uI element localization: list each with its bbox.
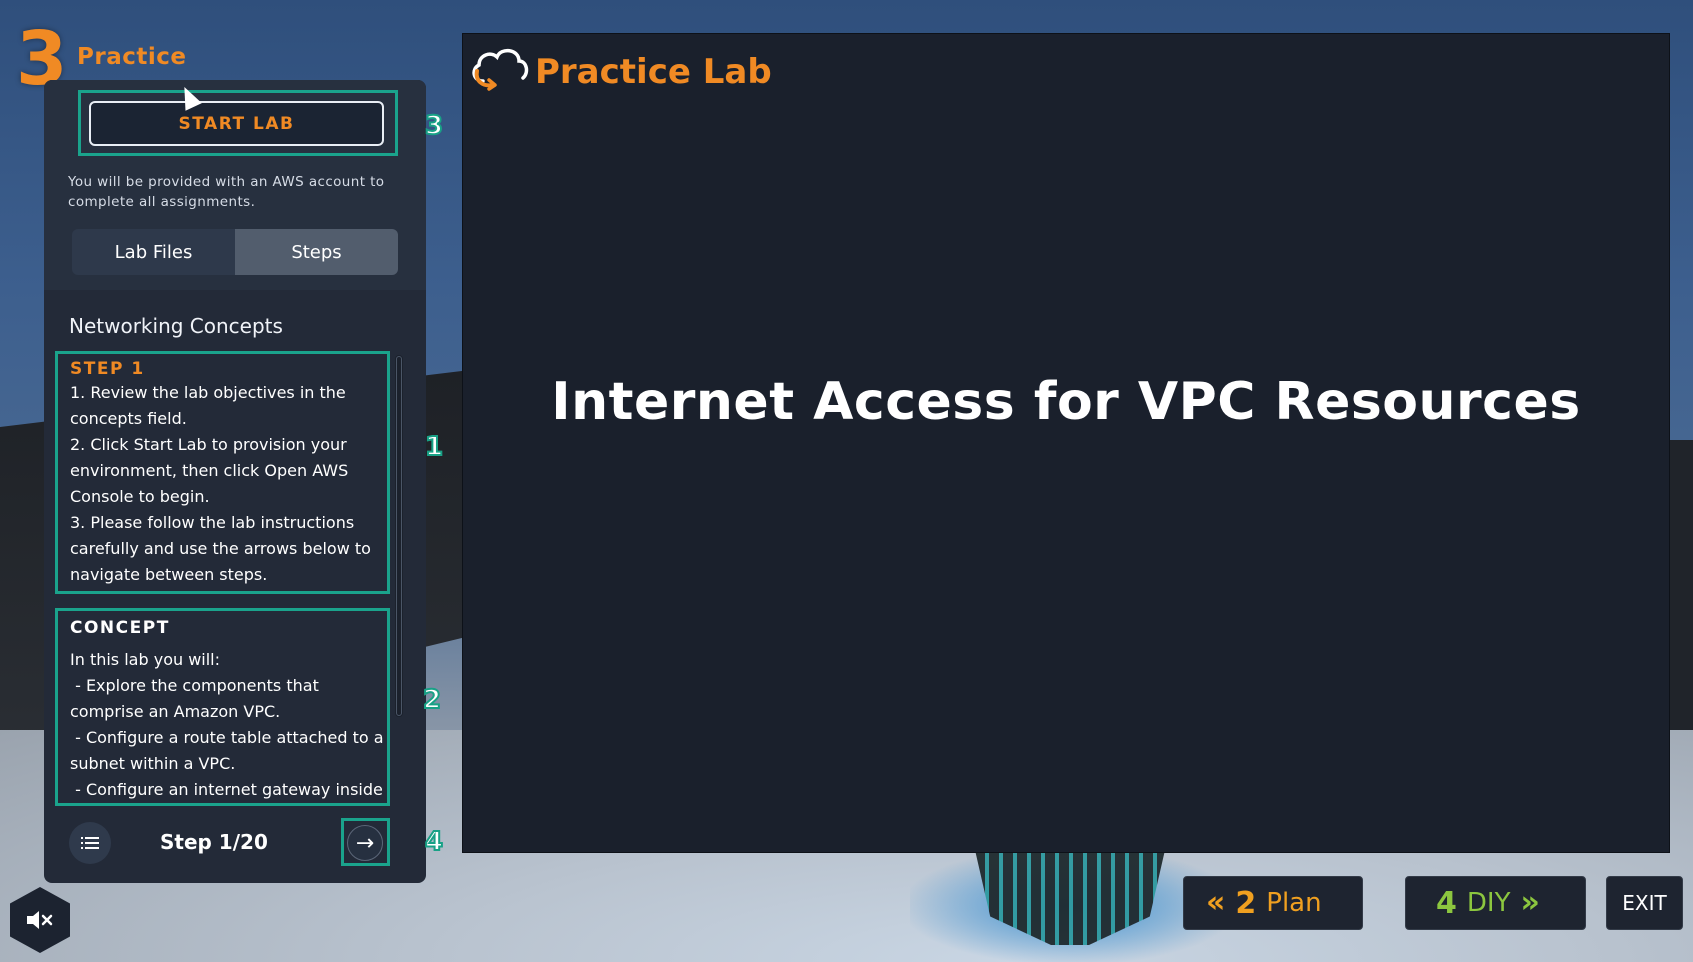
nav-prev-plan-button[interactable]: « 2 Plan — [1183, 876, 1363, 930]
sound-muted-icon — [27, 911, 53, 929]
next-step-button[interactable]: → — [347, 825, 383, 861]
next-module-label: DIY — [1466, 888, 1511, 918]
concept-line: comprise an Amazon VPC. — [70, 702, 281, 721]
scrollbar-thumb[interactable] — [396, 356, 402, 716]
callout-1: 1 — [424, 432, 444, 462]
step-line: 3. Please follow the lab instructions — [70, 513, 355, 532]
concept-line: - Explore the components that — [70, 676, 319, 695]
cloud-refresh-icon — [472, 48, 529, 91]
tab-lab-files[interactable]: Lab Files — [72, 229, 235, 275]
concept-line: - Configure an internet gateway inside — [70, 780, 383, 799]
concept-card: CONCEPT In this lab you will: - Explore … — [55, 608, 390, 806]
step-line: Console to begin. — [70, 487, 210, 506]
step-line: environment, then click Open AWS — [70, 461, 349, 480]
exit-button[interactable]: EXIT — [1606, 876, 1683, 930]
step-title: STEP 1 — [70, 359, 145, 379]
lab-content-panel — [462, 33, 1670, 853]
account-note: You will be provided with an AWS account… — [68, 174, 385, 210]
section-heading: Networking Concepts — [69, 314, 283, 338]
start-lab-button[interactable]: START LAB — [89, 101, 384, 146]
prev-module-label: Plan — [1266, 888, 1322, 918]
concept-title: CONCEPT — [70, 618, 170, 638]
concept-line: - Configure a route table attached to a — [70, 728, 384, 747]
chevrons-left-icon: « — [1206, 885, 1226, 920]
steps-menu-button[interactable] — [69, 822, 111, 864]
tab-steps[interactable]: Steps — [235, 229, 398, 275]
callout-3: 3 — [424, 111, 444, 141]
arrow-right-icon: → — [355, 830, 375, 856]
module-title: Practice — [77, 44, 187, 70]
step-line: carefully and use the arrows below to — [70, 539, 371, 558]
logo-text: Practice Lab — [535, 52, 772, 92]
step-line: 2. Click Start Lab to provision your — [70, 435, 347, 454]
callout-4: 4 — [424, 827, 444, 857]
chevrons-right-icon: » — [1520, 885, 1540, 920]
concept-line: In this lab you will: — [70, 650, 221, 669]
step-line: navigate between steps. — [70, 565, 268, 584]
prev-module-number: 2 — [1235, 885, 1257, 921]
callout-2: 2 — [422, 685, 442, 715]
tab-bar: Lab Files Steps — [72, 229, 398, 275]
lab-title: Internet Access for VPC Resources — [551, 372, 1581, 432]
step-line: 1. Review the lab objectives in the — [70, 383, 346, 402]
step-card: STEP 1 1. Review the lab objectives in t… — [55, 351, 390, 594]
list-icon — [81, 836, 99, 850]
nav-next-diy-button[interactable]: 4 DIY » — [1405, 876, 1586, 930]
concept-line: subnet within a VPC. — [70, 754, 236, 773]
step-counter: Step 1/20 — [160, 830, 268, 854]
step-line: concepts field. — [70, 409, 187, 428]
next-module-number: 4 — [1436, 885, 1457, 921]
